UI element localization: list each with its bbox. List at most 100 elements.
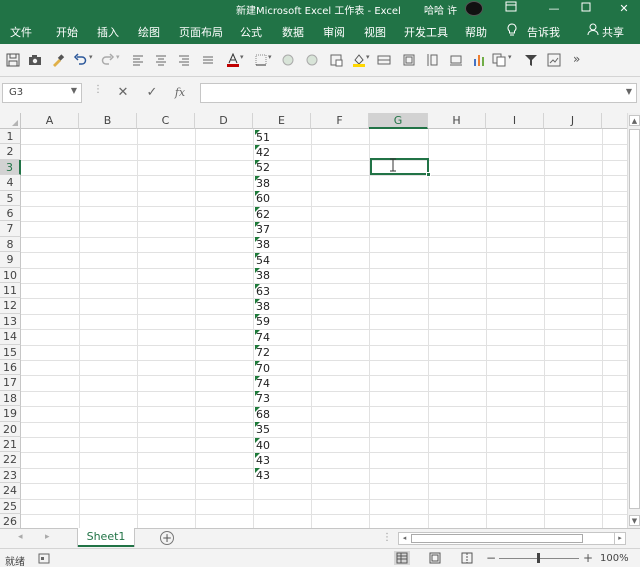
align-center-icon[interactable] [154,53,168,67]
splitter-handle[interactable]: ⋮ [93,84,103,95]
row-header-23[interactable]: 23 [0,467,21,484]
cell-e13[interactable]: 59 [255,314,311,329]
font-color-icon[interactable] [226,52,240,67]
scroll-right-icon[interactable]: ▸ [614,533,625,544]
tab-file[interactable]: 文件 [10,24,32,40]
cell-e3[interactable]: 52 [255,160,311,175]
minimize-icon[interactable]: — [541,0,567,17]
row-header-20[interactable]: 20 [0,421,21,437]
cell-e6[interactable]: 62 [255,206,311,222]
tab-review[interactable]: 审阅 [323,24,345,40]
scroll-left-icon[interactable]: ◂ [399,533,410,544]
column-header-c[interactable]: C [137,113,195,129]
fill-color-icon[interactable] [352,53,366,67]
column-header-j[interactable]: J [544,113,602,129]
row-header-15[interactable]: 15 [0,344,21,360]
row-header-6[interactable]: 6 [0,206,21,222]
row-header-8[interactable]: 8 [0,236,21,253]
cell-e16[interactable]: 70 [255,360,311,376]
add-sheet-icon[interactable]: + [160,531,174,545]
zoom-slider-thumb[interactable] [537,553,540,563]
column-header-d[interactable]: D [195,113,253,129]
row-header-14[interactable]: 14 [0,329,21,345]
splitter-handle[interactable]: ⋮ [382,532,392,543]
tab-insert[interactable]: 插入 [97,24,119,40]
column-header-h[interactable]: H [428,113,486,129]
border-icon[interactable] [254,53,268,67]
zoom-level[interactable]: 100% [600,553,629,564]
tab-page-layout[interactable]: 页面布局 [179,24,223,40]
copy-dropdown-icon[interactable]: ▾ [508,53,522,67]
font-color-dropdown-icon[interactable]: ▾ [240,53,254,67]
tab-formulas[interactable]: 公式 [240,24,262,40]
cancel-button[interactable]: ✕ [110,83,136,103]
tab-data[interactable]: 数据 [282,24,304,40]
align-right-icon[interactable] [177,53,191,67]
column-header-i[interactable]: I [486,113,544,129]
save-icon[interactable] [6,53,20,67]
row-header-3[interactable]: 3 [0,159,21,176]
copy-icon[interactable] [492,53,506,67]
person-icon[interactable] [587,23,599,36]
insert-function-button[interactable]: fx [167,83,193,103]
zoom-in-icon[interactable]: + [583,551,593,565]
justify-icon[interactable] [201,53,215,67]
avatar[interactable] [465,1,483,16]
row-header-22[interactable]: 22 [0,452,21,468]
cell-e19[interactable]: 68 [255,406,311,422]
ribbon-display-options-icon[interactable] [498,0,524,17]
row-header-9[interactable]: 9 [0,252,21,268]
scroll-down-icon[interactable]: ▼ [629,515,640,526]
column-header-a[interactable]: A [21,113,79,129]
normal-view-icon[interactable] [394,551,410,565]
row-header-26[interactable]: 26 [0,514,21,528]
page-layout-view-icon[interactable] [427,551,443,565]
row-header-16[interactable]: 16 [0,360,21,376]
filter-icon[interactable] [524,53,538,67]
horizontal-scrollbar[interactable]: ◂ ▸ [398,532,626,545]
row-header-2[interactable]: 2 [0,144,21,160]
column-header-b[interactable]: B [79,113,137,129]
column-header-k[interactable] [602,113,627,129]
zoom-out-icon[interactable]: − [486,551,496,565]
height-icon[interactable] [425,53,439,67]
cell-e2[interactable]: 42 [255,144,311,160]
prev-sheet-icon[interactable]: ◂ [18,532,23,542]
chevron-down-icon[interactable]: ▼ [71,86,77,95]
more-icon[interactable]: » [573,53,587,67]
cell-e9[interactable]: 54 [255,252,311,268]
user-name[interactable]: 哈哈 许 [424,2,457,17]
tab-help[interactable]: 帮助 [465,24,487,40]
row-header-13[interactable]: 13 [0,313,21,330]
cell-e14[interactable]: 74 [255,329,311,345]
column-header-f[interactable]: F [311,113,369,129]
row-header-17[interactable]: 17 [0,375,21,391]
format-painter-icon[interactable] [51,53,65,67]
worksheet-grid[interactable]: A B C D E F G H I J 1 2 3 4 5 6 7 8 9 10 11 12 13 14 1… [0,113,627,528]
shape-icon[interactable] [329,53,343,67]
select-all-button[interactable] [0,113,21,129]
align-left-icon[interactable] [131,53,145,67]
row-header-12[interactable]: 12 [0,298,21,314]
cell-e23[interactable]: 43 [255,468,311,483]
name-box[interactable]: G3 ▼ [2,83,82,103]
circle-icon[interactable] [305,53,319,67]
row-header-21[interactable]: 21 [0,437,21,453]
cell-e4[interactable]: 38 [255,175,311,191]
close-icon[interactable]: ✕ [611,0,637,17]
maximize-icon[interactable] [573,0,599,17]
scroll-thumb[interactable] [629,129,640,509]
cell-e7[interactable]: 37 [255,221,311,237]
formula-input[interactable]: ▼ [200,83,637,103]
enter-button[interactable]: ✓ [139,83,165,103]
undo-icon[interactable] [73,53,87,67]
vertical-scrollbar[interactable]: ▲ ▼ [627,113,640,528]
row-header-18[interactable]: 18 [0,390,21,407]
macro-record-icon[interactable] [38,553,50,564]
cell-e17[interactable]: 74 [255,375,311,391]
frame-icon[interactable] [449,53,463,67]
redo-dropdown-icon[interactable]: ▾ [116,53,130,67]
page-break-view-icon[interactable] [459,551,475,565]
sheet-tab-sheet1[interactable]: Sheet1 [78,528,134,547]
cell-e18[interactable]: 73 [255,391,311,406]
